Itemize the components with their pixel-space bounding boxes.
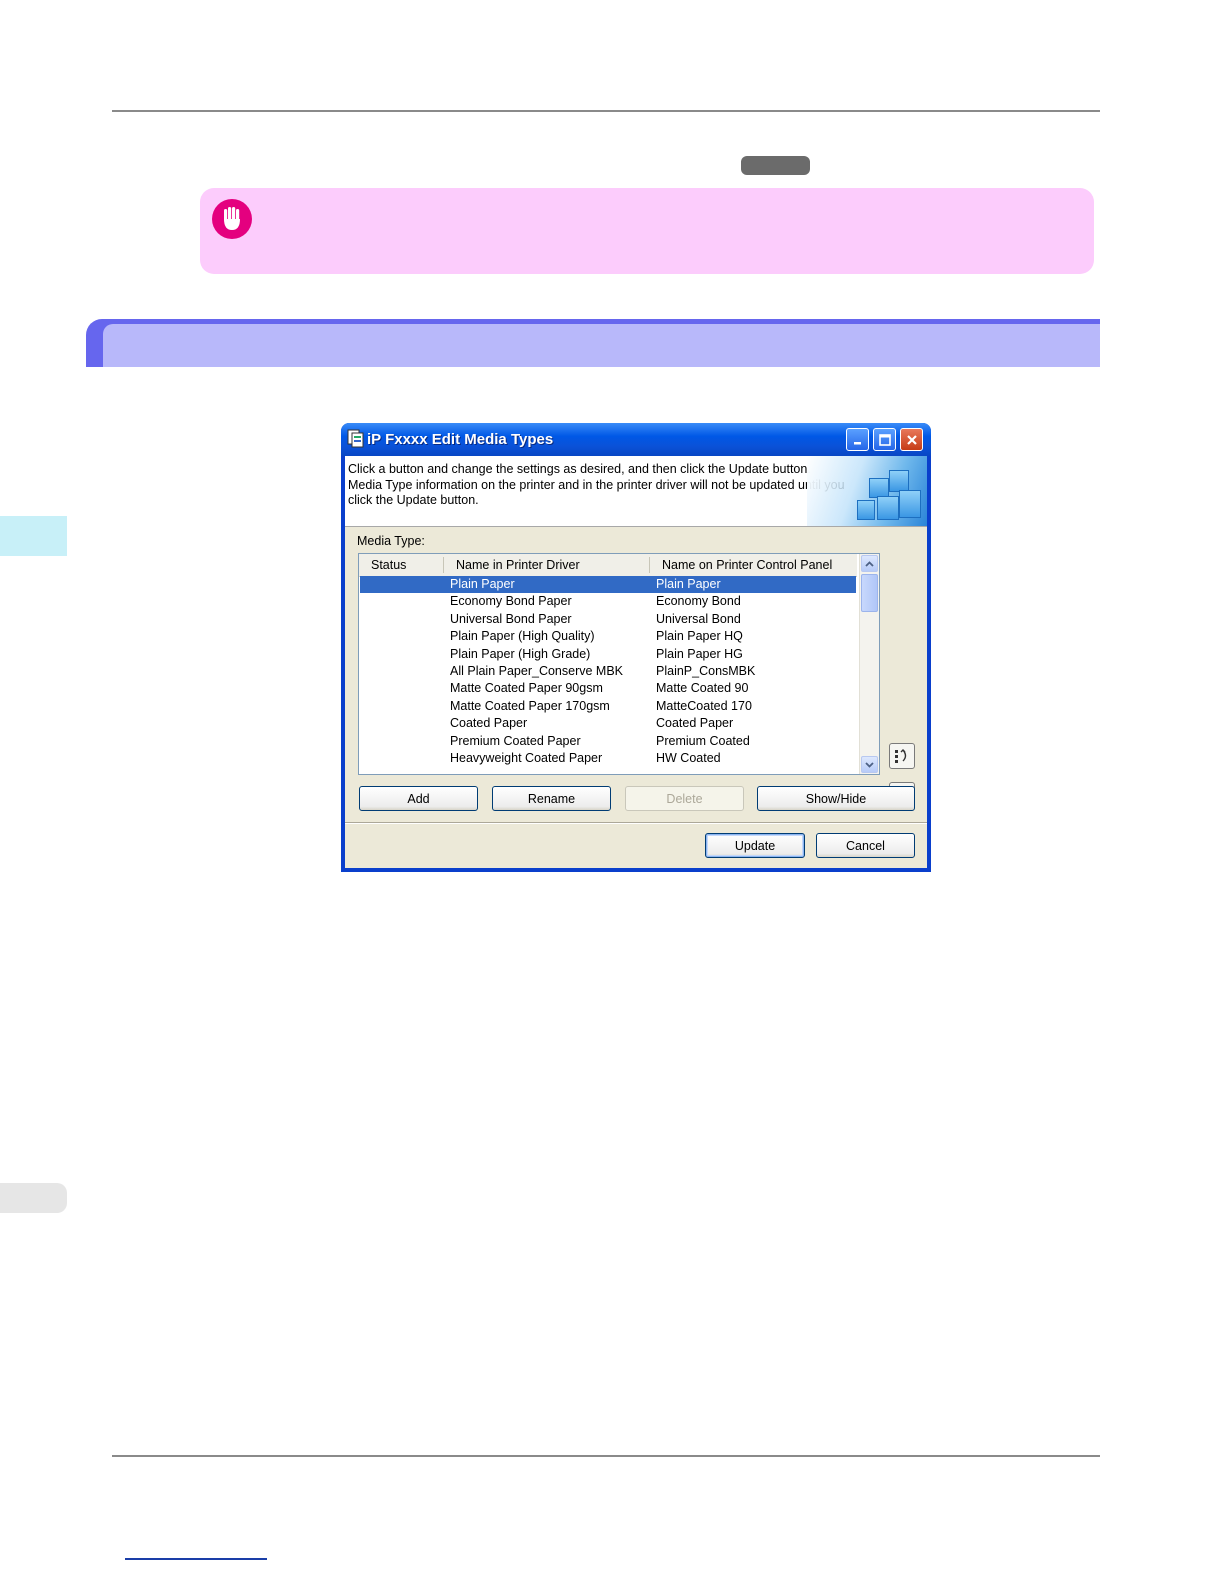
media-type-list[interactable]: Status Name in Printer Driver Name on Pr… — [358, 553, 880, 775]
instruction-text: Click a button and change the settings a… — [348, 462, 845, 507]
list-item[interactable]: Matte Coated Paper 90gsm Matte Coated 90 — [360, 680, 856, 697]
move-up-button[interactable] — [889, 743, 915, 769]
media-stack-illustration — [807, 456, 927, 526]
cancel-button[interactable]: Cancel — [816, 833, 915, 858]
chevron-up-icon — [865, 560, 874, 567]
rename-button[interactable]: Rename — [492, 786, 611, 811]
list-item[interactable]: Heavyweight Coated Paper HW Coated — [360, 750, 856, 767]
scroll-up-button[interactable] — [861, 555, 878, 572]
chapter-tab — [0, 516, 67, 556]
update-button[interactable]: Update — [705, 833, 805, 858]
list-item[interactable]: Plain Paper (High Grade) Plain Paper HG — [360, 646, 856, 663]
column-status[interactable]: Status — [371, 558, 406, 572]
column-driver-name[interactable]: Name in Printer Driver — [456, 558, 580, 572]
scroll-thumb[interactable] — [861, 574, 878, 612]
dialog-client-area: Click a button and change the settings a… — [345, 456, 927, 868]
list-item[interactable]: Matte Coated Paper 170gsm MatteCoated 170 — [360, 698, 856, 715]
index-tab — [0, 1183, 67, 1213]
app-icon — [347, 429, 364, 448]
show-hide-button[interactable]: Show/Hide — [757, 786, 915, 811]
list-item[interactable]: All Plain Paper_Conserve MBK PlainP_ConsM… — [360, 663, 856, 680]
list-item[interactable]: Plain Paper Plain Paper — [360, 576, 856, 594]
chevron-down-icon — [865, 761, 874, 768]
title-bar[interactable]: iP Fxxxx Edit Media Types — [341, 423, 931, 456]
list-item[interactable]: Universal Bond Paper Universal Bond — [360, 611, 856, 628]
important-note-box — [200, 188, 1094, 274]
close-button[interactable] — [900, 428, 923, 451]
minimize-button[interactable] — [846, 428, 869, 451]
move-up-icon — [895, 749, 907, 763]
list-item[interactable]: Coated Paper Coated Paper — [360, 715, 856, 732]
button-separator — [345, 822, 927, 824]
minimize-icon — [853, 441, 861, 444]
scroll-down-button[interactable] — [861, 756, 878, 773]
key-chip — [741, 156, 810, 175]
footer-link-underline[interactable] — [125, 1558, 267, 1560]
list-item[interactable]: Economy Bond Paper Economy Bond — [360, 593, 856, 610]
maximize-icon — [878, 433, 891, 446]
list-header: Status Name in Printer Driver Name on Pr… — [359, 554, 857, 577]
edit-media-types-dialog: iP Fxxxx Edit Media Types Click a button… — [341, 423, 931, 872]
stop-hand-icon — [212, 199, 252, 239]
dialog-title: iP Fxxxx Edit Media Types — [367, 431, 554, 448]
list-scrollbar[interactable] — [859, 554, 879, 774]
bottom-rule — [112, 1455, 1100, 1457]
close-icon — [906, 434, 917, 445]
add-button[interactable]: Add — [359, 786, 478, 811]
top-rule — [112, 110, 1100, 112]
maximize-button[interactable] — [873, 428, 896, 451]
dialog-header-pane: Click a button and change the settings a… — [345, 456, 927, 527]
media-type-label: Media Type: — [357, 534, 425, 548]
delete-button[interactable]: Delete — [625, 786, 744, 811]
list-item[interactable]: Plain Paper (High Quality) Plain Paper HQ — [360, 628, 856, 645]
list-item[interactable]: Premium Coated Paper Premium Coated — [360, 733, 856, 750]
section-heading-bar — [86, 319, 1100, 367]
list-rows: Plain Paper Plain Paper Economy Bond Pape… — [360, 576, 856, 767]
column-panel-name[interactable]: Name on Printer Control Panel — [662, 558, 832, 572]
